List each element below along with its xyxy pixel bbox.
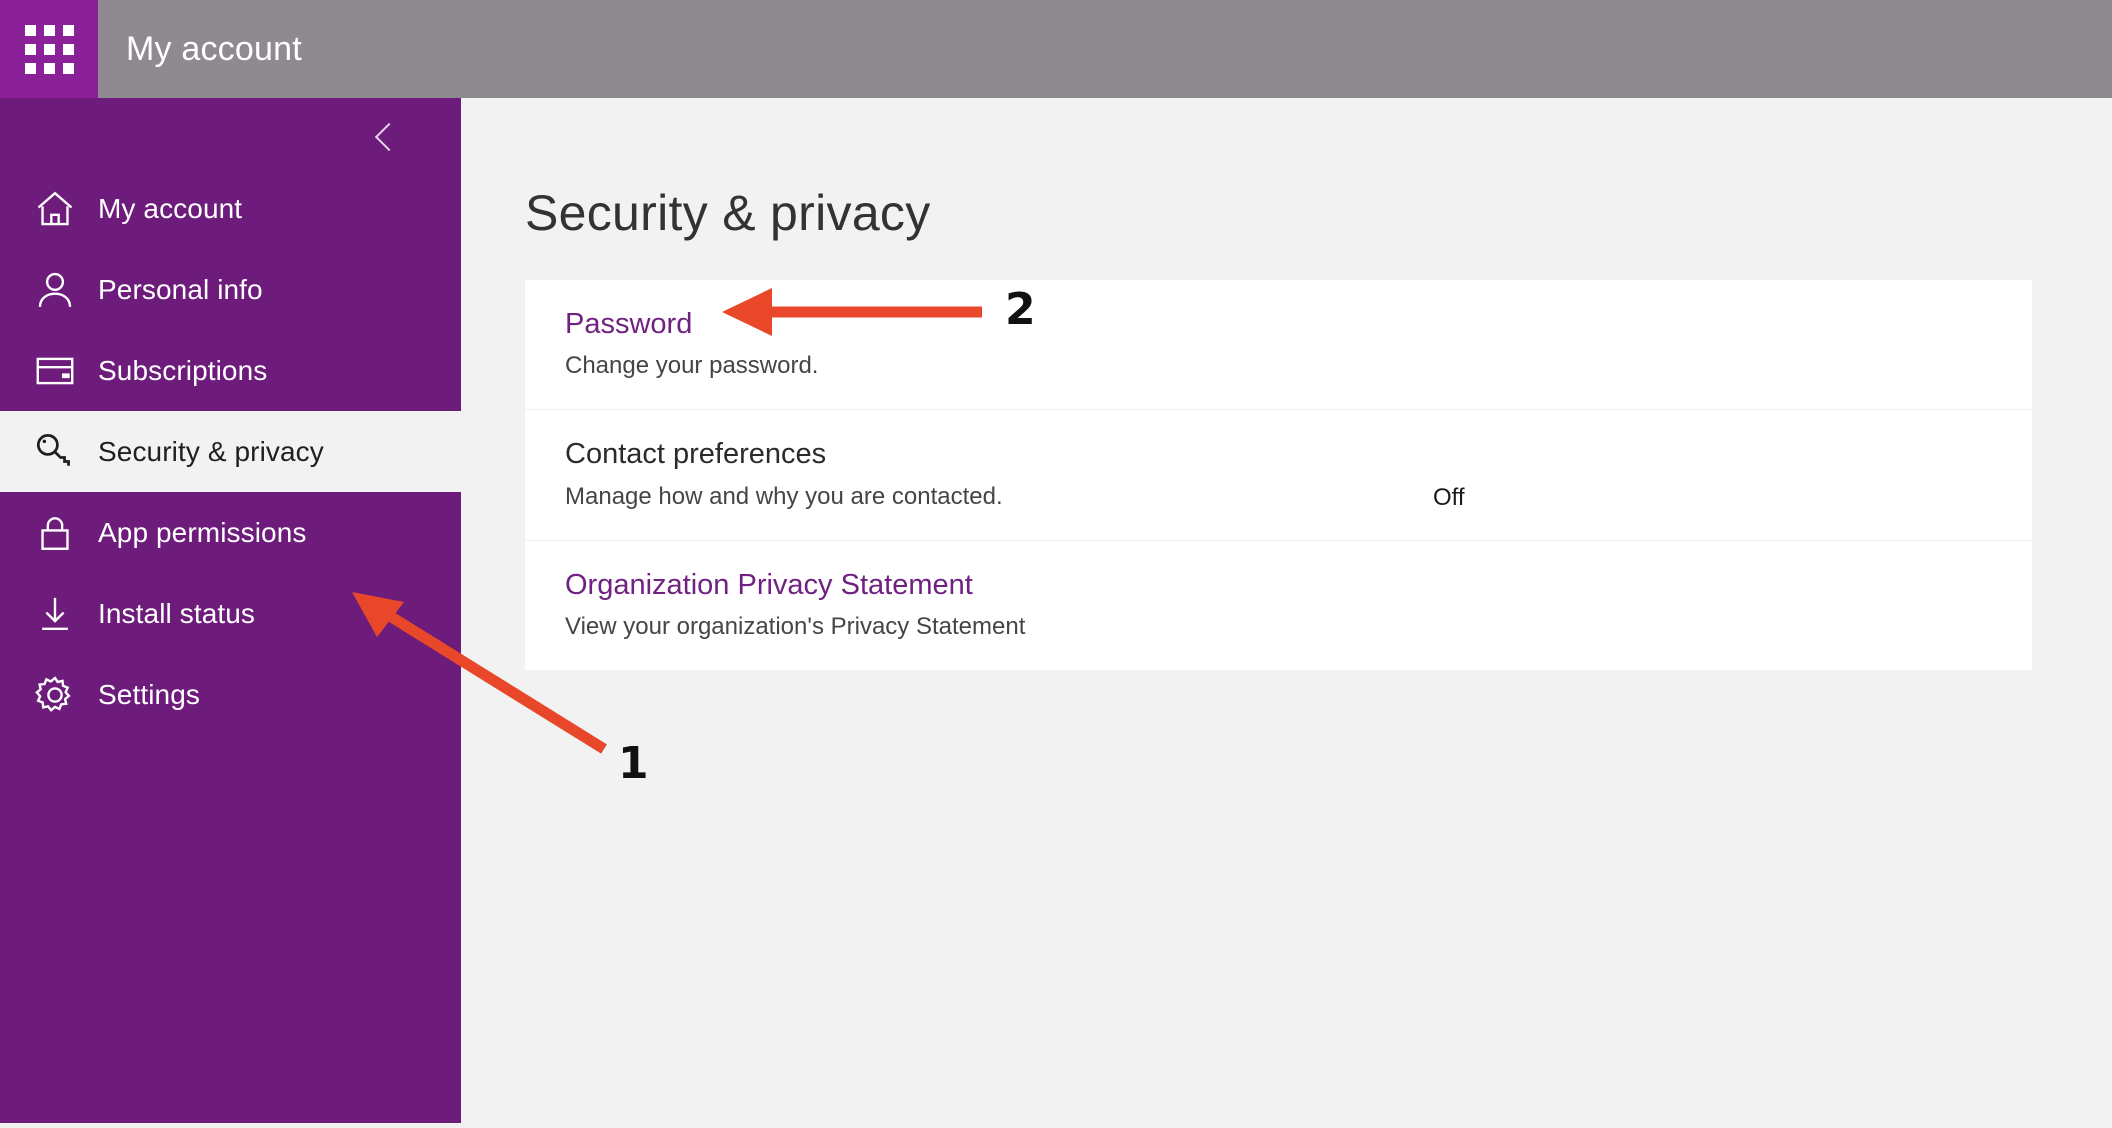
sidebar-item-label: Personal info xyxy=(98,273,263,305)
status-badge: Off xyxy=(1433,484,1465,512)
key-icon xyxy=(22,430,88,474)
sidebar-item-settings[interactable]: Settings xyxy=(0,654,461,735)
waffle-dot xyxy=(24,62,36,74)
chevron-left-glyph xyxy=(374,122,404,152)
waffle-dot xyxy=(24,43,36,55)
main-content: Security & privacy Password Change your … xyxy=(461,98,2112,1123)
app-launcher-waffle-icon[interactable] xyxy=(0,0,98,98)
app-title[interactable]: My account xyxy=(98,0,302,98)
waffle-dot xyxy=(43,62,55,74)
card-description: View your organization's Privacy Stateme… xyxy=(565,613,1026,641)
waffle-dot xyxy=(62,62,74,74)
card-title-password[interactable]: Password xyxy=(565,306,1992,342)
card-password: Password Change your password. xyxy=(525,280,2032,411)
top-header-bar: My account xyxy=(0,0,2112,98)
card-description: Change your password. xyxy=(565,352,819,380)
card-title-contact-preferences: Contact preferences xyxy=(565,438,827,471)
sidebar-item-my-account[interactable]: My account xyxy=(0,168,461,249)
sidebar-item-personal-info[interactable]: Personal info xyxy=(0,249,461,330)
page-title: Security & privacy xyxy=(525,184,931,241)
sidebar-item-label: App permissions xyxy=(98,516,307,548)
download-icon xyxy=(22,592,88,636)
waffle-dot xyxy=(43,43,55,55)
card-description: Manage how and why you are contacted. xyxy=(565,482,1003,510)
waffle-dot xyxy=(62,43,74,55)
card-icon xyxy=(22,349,88,393)
sidebar-collapse-row xyxy=(0,98,461,168)
waffle-dot xyxy=(62,24,74,36)
person-icon xyxy=(22,268,88,312)
sidebar-item-app-permissions[interactable]: App permissions xyxy=(0,492,461,573)
lock-icon xyxy=(22,511,88,555)
home-icon xyxy=(22,187,88,231)
sidebar-navigation: My account Personal info Subscriptions S… xyxy=(0,98,461,1123)
sidebar-item-label: Security & privacy xyxy=(98,435,324,467)
sidebar-item-label: Subscriptions xyxy=(98,354,268,386)
my-account-app: My account My account Personal info Subs… xyxy=(0,0,2112,1123)
settings-card-list: Password Change your password. Contact p… xyxy=(525,280,2032,671)
sidebar-item-label: My account xyxy=(98,192,243,224)
sidebar-item-label: Install status xyxy=(98,597,256,629)
sidebar-item-install-status[interactable]: Install status xyxy=(0,573,461,654)
card-contact-preferences: Contact preferences Manage how and why y… xyxy=(525,410,2032,541)
waffle-dot xyxy=(24,24,36,36)
chevron-left-icon[interactable] xyxy=(363,114,409,160)
waffle-dot xyxy=(43,24,55,36)
sidebar-item-subscriptions[interactable]: Subscriptions xyxy=(0,330,461,411)
card-organization-privacy-statement: Organization Privacy Statement View your… xyxy=(525,540,2032,671)
card-title-organization-privacy-statement[interactable]: Organization Privacy Statement xyxy=(565,567,1992,603)
gear-icon xyxy=(22,673,88,717)
sidebar-item-security-privacy[interactable]: Security & privacy xyxy=(0,411,461,492)
sidebar-item-label: Settings xyxy=(98,678,200,710)
waffle-grid xyxy=(24,24,74,74)
